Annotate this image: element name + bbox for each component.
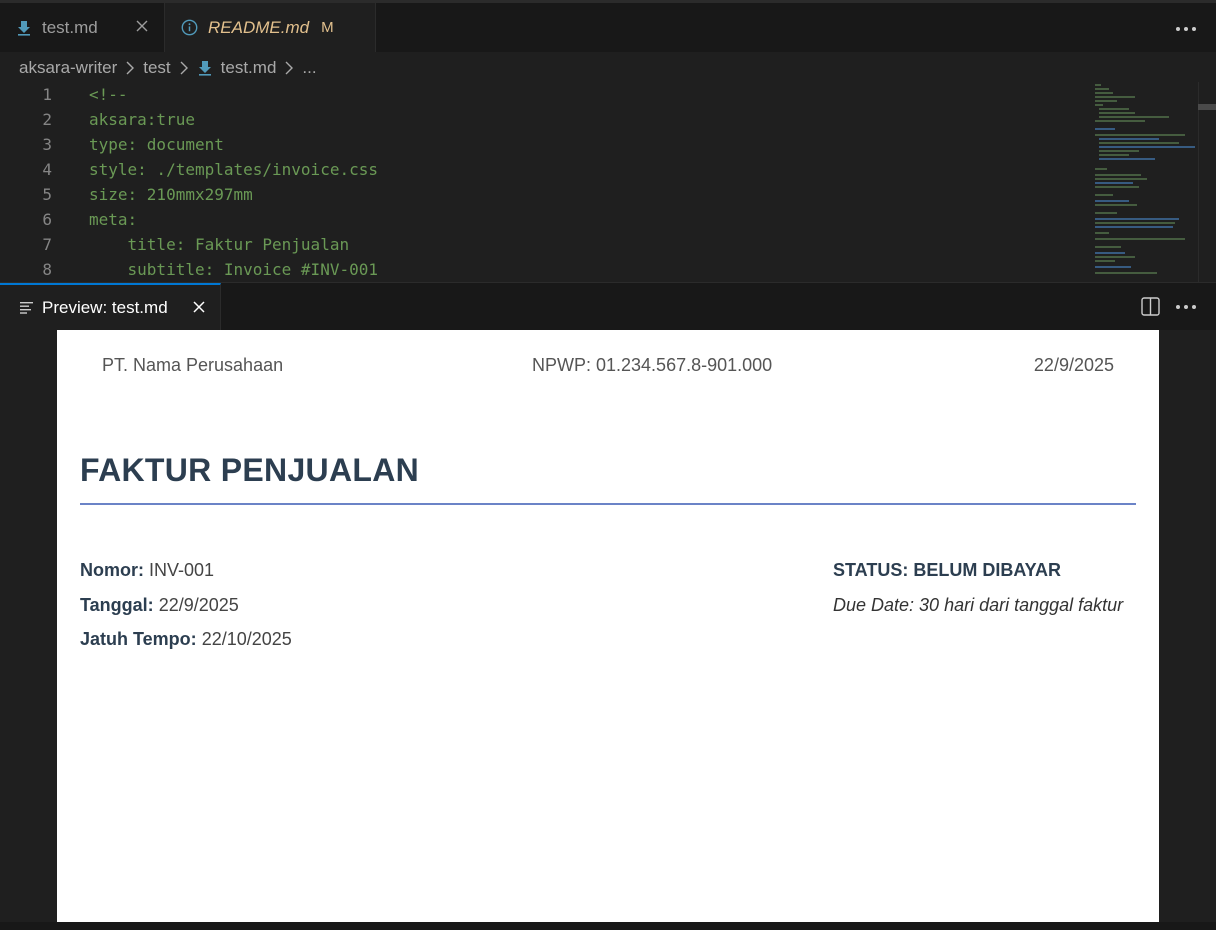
invoice-date-row: Tanggal: 22/9/2025 bbox=[80, 595, 239, 616]
meta-value: 22/9/2025 bbox=[158, 595, 239, 615]
meta-value: 22/10/2025 bbox=[201, 629, 292, 649]
code-text: aksara:true bbox=[89, 110, 195, 129]
line-number: 5 bbox=[42, 185, 52, 204]
breadcrumb-item[interactable]: aksara-writer bbox=[19, 58, 117, 78]
preview-lines-icon bbox=[20, 302, 33, 314]
tab-test-md[interactable]: test.md bbox=[0, 3, 165, 52]
scrollbar-track[interactable] bbox=[1198, 82, 1199, 282]
chevron-right-icon bbox=[180, 61, 188, 75]
meta-label: Tanggal: bbox=[80, 595, 154, 615]
code-line: 4 style: ./templates/invoice.css bbox=[0, 157, 1080, 182]
close-icon[interactable] bbox=[191, 299, 207, 315]
code-line: 8 subtitle: Invoice #INV-001 bbox=[0, 257, 1080, 282]
tab-readme-md[interactable]: README.md M bbox=[165, 3, 376, 52]
line-number: 3 bbox=[42, 135, 52, 154]
company-name: PT. Nama Perusahaan bbox=[102, 355, 284, 375]
markdown-arrow-icon bbox=[198, 61, 211, 76]
editor-tab-bar: test.md README.md M bbox=[0, 0, 1216, 52]
chevron-right-icon bbox=[285, 61, 294, 75]
info-icon bbox=[181, 19, 198, 36]
split-editor-icon[interactable] bbox=[1141, 297, 1160, 316]
code-text: title: Faktur Penjualan bbox=[89, 235, 350, 254]
tab-preview[interactable]: Preview: test.md bbox=[0, 283, 221, 330]
breadcrumb-item[interactable]: ... bbox=[302, 58, 316, 78]
meta-value: INV-001 bbox=[149, 560, 215, 580]
tab-label: test.md bbox=[42, 17, 98, 37]
modified-badge: M bbox=[321, 19, 334, 36]
code-text: meta: bbox=[89, 210, 138, 229]
header-date: 22/9/2025 bbox=[1033, 355, 1114, 375]
meta-label: Nomor: bbox=[80, 560, 144, 580]
more-actions-icon[interactable] bbox=[1175, 304, 1197, 310]
code-line: 5 size: 210mmx297mm bbox=[0, 182, 1080, 207]
preview-panel-header: Preview: test.md bbox=[0, 282, 1216, 330]
code-text: type: document bbox=[89, 135, 224, 154]
document-title: FAKTUR PENJUALAN bbox=[80, 452, 420, 488]
close-icon[interactable] bbox=[134, 18, 150, 34]
chevron-right-icon bbox=[126, 61, 135, 75]
document-page: PT. Nama Perusahaan NPWP: 01.234.567.8-9… bbox=[57, 330, 1159, 922]
code-line: 3 type: document bbox=[0, 132, 1080, 157]
line-number: 2 bbox=[42, 110, 52, 129]
panel-bottom-edge bbox=[0, 922, 1216, 930]
due-date-row: Jatuh Tempo: 22/10/2025 bbox=[80, 629, 292, 650]
meta-label: Jatuh Tempo: bbox=[80, 629, 197, 649]
code-text: size: 210mmx297mm bbox=[89, 185, 253, 204]
line-number: 8 bbox=[42, 260, 52, 279]
payment-status: STATUS: BELUM DIBAYAR bbox=[833, 560, 1062, 580]
line-number: 7 bbox=[42, 235, 52, 254]
tab-label: README.md bbox=[208, 17, 310, 37]
breadcrumb-item[interactable]: test bbox=[143, 58, 170, 78]
minimap[interactable] bbox=[1093, 82, 1198, 282]
line-number: 1 bbox=[42, 85, 52, 104]
more-actions-icon[interactable] bbox=[1175, 26, 1197, 32]
npwp-number: NPWP: 01.234.567.8-901.000 bbox=[532, 355, 773, 375]
code-text: style: ./templates/invoice.css bbox=[89, 160, 378, 179]
breadcrumb-item[interactable]: test.md bbox=[221, 58, 277, 78]
breadcrumb: aksara-writer test test.md ... bbox=[19, 56, 317, 80]
code-text: subtitle: Invoice #INV-001 bbox=[89, 260, 378, 279]
code-line: 2 aksara:true bbox=[0, 107, 1080, 132]
markdown-preview[interactable]: PT. Nama Perusahaan NPWP: 01.234.567.8-9… bbox=[0, 330, 1216, 922]
scrollbar-thumb[interactable] bbox=[1198, 104, 1216, 110]
invoice-number-row: Nomor: INV-001 bbox=[80, 560, 214, 581]
due-date-note: Due Date: 30 hari dari tanggal faktur bbox=[833, 595, 1124, 615]
code-line: 1 <!-- bbox=[0, 82, 1080, 107]
line-number: 6 bbox=[42, 210, 52, 229]
line-number: 4 bbox=[42, 160, 52, 179]
code-line: 6 meta: bbox=[0, 207, 1080, 232]
markdown-arrow-icon bbox=[18, 20, 30, 36]
code-line: 7 title: Faktur Penjualan bbox=[0, 232, 1080, 257]
tab-label: Preview: test.md bbox=[42, 297, 168, 317]
code-editor[interactable]: 1 <!-- 2 aksara:true 3 type: document 4 … bbox=[0, 82, 1216, 282]
code-text: <!-- bbox=[89, 85, 128, 104]
title-divider bbox=[80, 503, 1136, 505]
